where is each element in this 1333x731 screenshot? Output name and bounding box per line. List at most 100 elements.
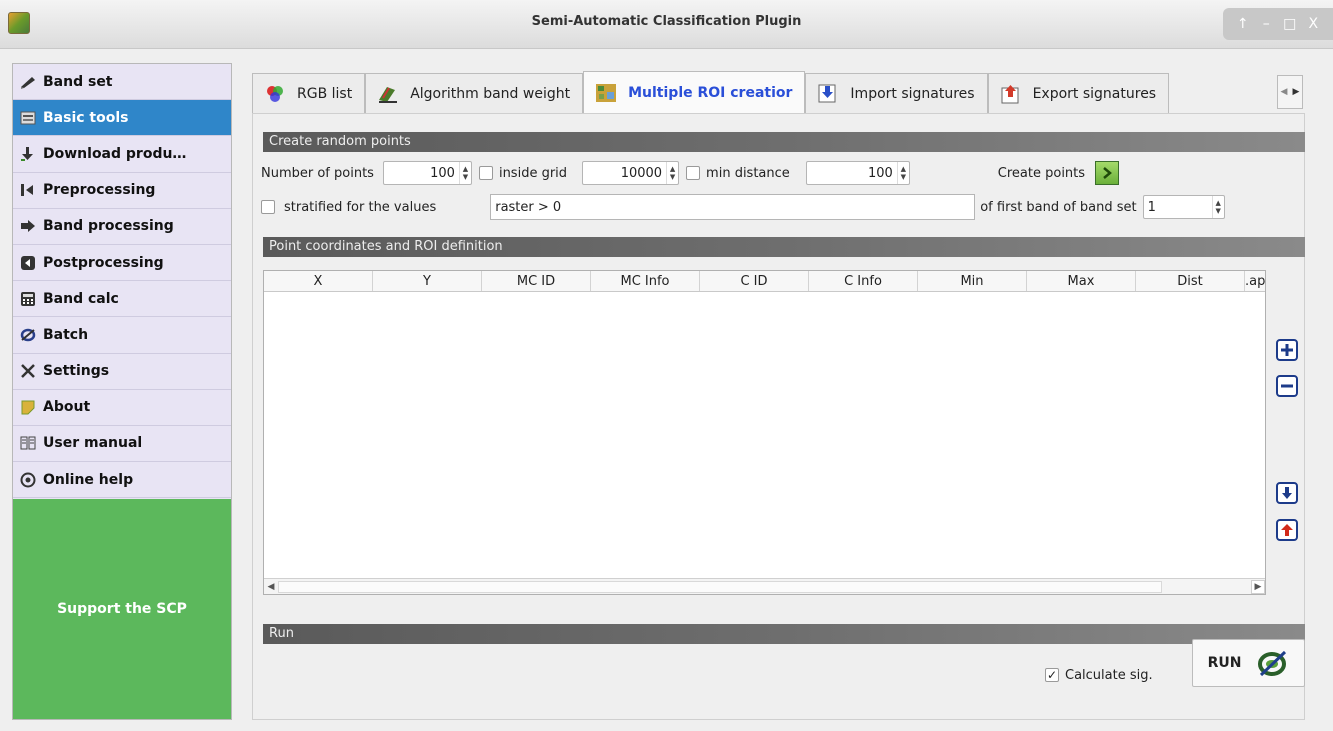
pen-icon [19, 74, 37, 90]
run-header: Run [263, 624, 1305, 644]
sidebar-item-user-manual[interactable]: User manual [13, 426, 231, 463]
column-header-c-info[interactable]: C Info [809, 271, 918, 291]
arrow-up-icon [1281, 524, 1293, 536]
sidebar-item-download-products[interactable]: Download produ… [13, 136, 231, 173]
tab-multiple-roi-creation[interactable]: Multiple ROI creatior [583, 71, 806, 113]
sidebar-item-basic-tools[interactable]: Basic tools [13, 100, 231, 137]
sidebar-item-band-processing[interactable]: Band processing [13, 209, 231, 245]
sidebar: Band set Basic tools Download produ… Pre… [12, 63, 232, 720]
create-points-button[interactable] [1095, 161, 1120, 185]
plus-icon [1281, 344, 1293, 356]
scroll-left-icon[interactable]: ◀ [264, 580, 278, 594]
export-points-button[interactable] [1276, 519, 1298, 541]
sidebar-item-label: Settings [43, 363, 110, 380]
sidebar-item-band-calc[interactable]: Band calc [13, 281, 231, 318]
column-header-ap[interactable]: .ap [1245, 271, 1265, 291]
spin-arrows-icon[interactable]: ▲ ▼ [1211, 196, 1224, 218]
tab-rgb-list[interactable]: RGB list [252, 73, 366, 113]
tab-bar: RGB list Algorithm band weight Multiple … [252, 71, 1170, 113]
column-header-min[interactable]: Min [918, 271, 1027, 291]
min-distance-checkbox[interactable] [686, 166, 701, 180]
inside-grid-checkbox[interactable] [478, 166, 493, 180]
band-processing-icon [19, 218, 37, 234]
tab-scroll-left-button[interactable]: ◀ [1278, 76, 1290, 108]
inside-grid-value: 10000 [620, 165, 663, 181]
min-distance-spinbox[interactable]: 100 ▲ ▼ [805, 161, 910, 185]
remove-point-button[interactable] [1276, 375, 1298, 397]
sidebar-item-preprocessing[interactable]: Preprocessing [13, 173, 231, 209]
add-point-button[interactable] [1276, 339, 1298, 361]
sidebar-item-label: Download produ… [43, 145, 187, 162]
tab-export-signatures[interactable]: Export signatures [987, 73, 1170, 113]
import-points-button[interactable] [1276, 482, 1298, 504]
sidebar-item-band-set[interactable]: Band set [13, 64, 231, 101]
column-header-mc-info[interactable]: MC Info [591, 271, 700, 291]
tools-icon [19, 110, 37, 126]
sidebar-item-about[interactable]: About [13, 390, 231, 426]
table-horizontal-scrollbar[interactable]: ◀ ▶ [264, 578, 1265, 594]
sidebar-item-online-help[interactable]: Online help [13, 462, 231, 499]
scroll-right-icon[interactable]: ▶ [1251, 579, 1265, 594]
run-icon [1258, 650, 1287, 677]
tab-label: Import signatures [850, 85, 975, 102]
tab-algorithm-band-weight[interactable]: Algorithm band weight [365, 73, 584, 113]
roi-points-table[interactable]: X Y MC ID MC Info C ID C Info Min Max Di… [263, 270, 1266, 595]
calculate-sig-checkbox[interactable]: ✓ [1045, 668, 1059, 682]
column-header-y[interactable]: Y [373, 271, 482, 291]
tab-label: Algorithm band weight [410, 85, 571, 102]
sidebar-item-batch[interactable]: Batch [13, 317, 231, 354]
column-header-x[interactable]: X [264, 271, 373, 291]
calculator-icon [19, 291, 37, 307]
tab-scroll-right-button[interactable]: ▶ [1290, 76, 1302, 108]
window-title: Semi-Automatic Classification Plugin [531, 14, 802, 29]
batch-icon [19, 327, 37, 343]
column-header-dist[interactable]: Dist [1136, 271, 1245, 291]
run-button[interactable]: RUN [1192, 639, 1305, 687]
weight-icon [376, 83, 400, 105]
postprocessing-icon [19, 255, 37, 271]
create-points-label: Create points [997, 165, 1086, 181]
keep-above-button[interactable]: ↑ [1233, 16, 1253, 32]
support-the-scp-button[interactable]: Support the SCP [13, 499, 231, 719]
close-button[interactable]: X [1303, 16, 1323, 32]
spin-arrows-icon[interactable]: ▲ ▼ [896, 162, 909, 184]
stratified-row: stratified for the values raster > 0 of … [261, 194, 1311, 220]
arrow-down-icon [1282, 487, 1292, 499]
help-icon [19, 472, 37, 488]
sidebar-item-label: Band set [43, 73, 113, 90]
first-band-spinbox[interactable]: 1 ▲ ▼ [1142, 195, 1225, 219]
tab-label: RGB list [297, 85, 353, 102]
stratified-checkbox[interactable] [261, 200, 275, 214]
column-header-c-id[interactable]: C ID [700, 271, 809, 291]
tab-scroll-buttons: ◀ ▶ [1277, 75, 1303, 109]
scrollbar-thumb[interactable] [278, 580, 1162, 593]
sidebar-item-label: About [43, 399, 91, 416]
tab-import-signatures[interactable]: Import signatures [805, 73, 988, 113]
column-header-mc-id[interactable]: MC ID [482, 271, 591, 291]
column-header-max[interactable]: Max [1027, 271, 1136, 291]
minimize-button[interactable]: – [1256, 16, 1276, 32]
download-icon [19, 146, 37, 162]
spin-arrows-icon[interactable]: ▲ ▼ [666, 162, 678, 184]
first-band-label: of first band of band set [980, 199, 1137, 215]
create-random-points-header: Create random points [263, 132, 1305, 152]
stratified-expression-input[interactable]: raster > 0 [490, 194, 976, 220]
calculate-sig-row: ✓ Calculate sig. [1045, 662, 1153, 688]
roi-definition-header: Point coordinates and ROI definition [263, 237, 1305, 257]
settings-icon [19, 363, 37, 379]
min-distance-label: min distance [706, 165, 790, 181]
import-icon [816, 83, 840, 105]
number-of-points-label: Number of points [261, 165, 374, 181]
tab-label: Multiple ROI creatior [628, 84, 793, 101]
inside-grid-spinbox[interactable]: 10000 ▲ ▼ [582, 161, 680, 185]
multiple-roi-icon [594, 82, 618, 104]
arrow-right-icon [1103, 167, 1112, 179]
sidebar-item-settings[interactable]: Settings [13, 354, 231, 390]
number-of-points-spinbox[interactable]: 100 ▲ ▼ [382, 161, 472, 185]
title-bar: Semi-Automatic Classification Plugin ↑ –… [0, 0, 1333, 49]
spin-arrows-icon[interactable]: ▲ ▼ [458, 162, 471, 184]
maximize-button[interactable]: □ [1280, 16, 1300, 32]
multiple-roi-panel: Create random points Number of points 10… [252, 113, 1305, 720]
scrollbar-track[interactable] [278, 580, 1251, 594]
sidebar-item-postprocessing[interactable]: Postprocessing [13, 245, 231, 282]
